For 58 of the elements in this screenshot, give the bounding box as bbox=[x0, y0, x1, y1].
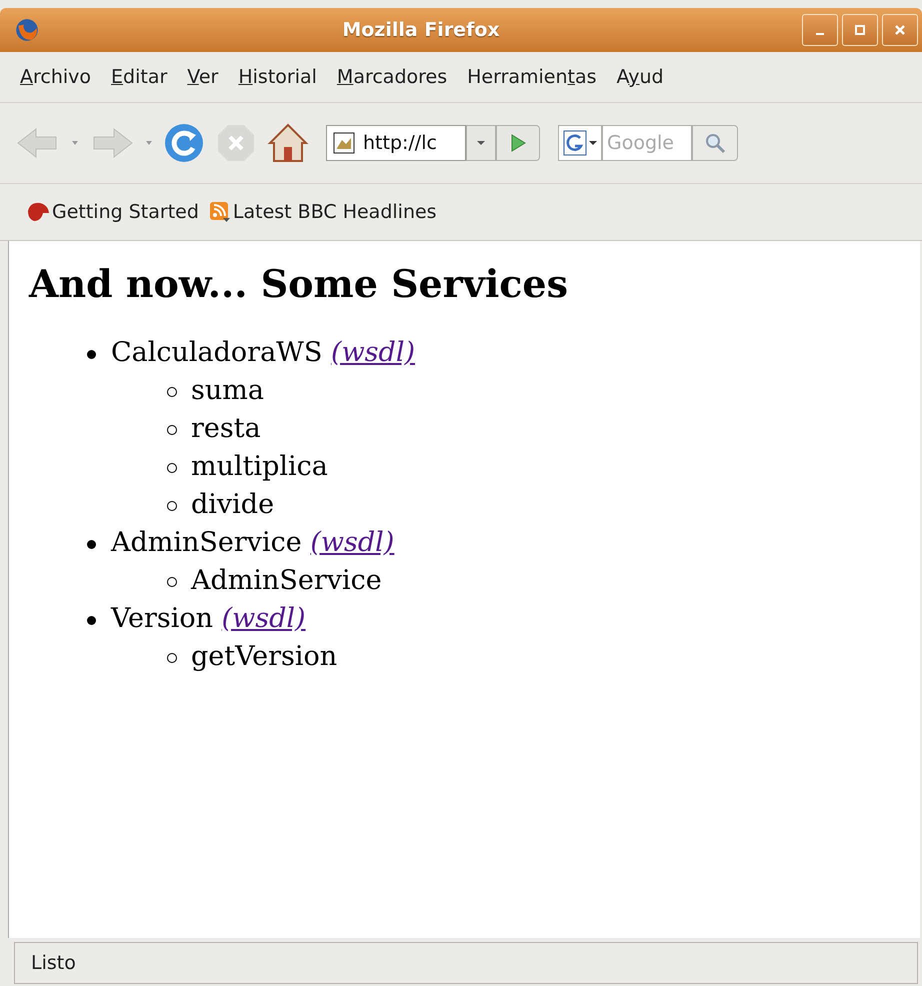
wsdl-link[interactable]: (wsdl) bbox=[310, 527, 394, 558]
circle-bullet-icon bbox=[167, 653, 177, 663]
firefox-logo-icon bbox=[14, 17, 40, 43]
bullet-icon bbox=[87, 540, 96, 549]
g-logo-icon bbox=[563, 130, 587, 156]
menu-item[interactable]: Ayud bbox=[608, 62, 672, 92]
menu-item[interactable]: Herramientas bbox=[459, 62, 605, 92]
maximize-button[interactable] bbox=[842, 14, 878, 46]
operation-name: multiplica bbox=[191, 451, 328, 482]
operation-name: suma bbox=[191, 375, 264, 406]
page-heading: And now... Some Services bbox=[29, 261, 569, 306]
search-field[interactable]: Google bbox=[602, 125, 692, 161]
search-engine-button[interactable] bbox=[558, 125, 602, 161]
circle-bullet-icon bbox=[167, 387, 177, 397]
dropdown-caret-icon[interactable] bbox=[144, 140, 154, 146]
url-text: http://lc bbox=[363, 132, 437, 154]
menu-item[interactable]: Marcadores bbox=[328, 62, 456, 92]
history-dropdown-button[interactable] bbox=[466, 125, 496, 161]
wsdl-link[interactable]: (wsdl) bbox=[222, 603, 306, 634]
service-name: Version bbox=[111, 603, 214, 634]
menu-item[interactable]: Editar bbox=[103, 62, 176, 92]
reload-icon[interactable] bbox=[162, 121, 206, 165]
caret-icon bbox=[476, 140, 486, 146]
circle-bullet-icon bbox=[167, 425, 177, 435]
wsdl-link[interactable]: (wsdl) bbox=[331, 337, 415, 368]
dropdown-caret-icon[interactable] bbox=[70, 140, 80, 146]
feed-icon bbox=[208, 201, 231, 223]
minimize-icon bbox=[816, 33, 824, 35]
caret-icon bbox=[589, 140, 597, 146]
service-name: AdminService bbox=[111, 527, 302, 558]
circle-bullet-icon bbox=[167, 577, 177, 587]
play-icon bbox=[510, 134, 526, 152]
bullet-icon bbox=[87, 616, 96, 625]
menu-item[interactable]: Historial bbox=[230, 62, 325, 92]
search-button[interactable] bbox=[692, 125, 738, 161]
site-icon bbox=[333, 132, 355, 154]
home-icon[interactable] bbox=[266, 121, 310, 165]
operation-name: divide bbox=[191, 489, 274, 520]
go-button[interactable] bbox=[496, 125, 540, 161]
close-button[interactable] bbox=[882, 14, 918, 46]
circle-bullet-icon bbox=[167, 463, 177, 473]
maximize-icon bbox=[854, 24, 866, 36]
operation-name: AdminService bbox=[191, 565, 382, 596]
operation-name: resta bbox=[191, 413, 261, 444]
operation-name: getVersion bbox=[191, 641, 338, 672]
bullet-icon bbox=[87, 350, 96, 359]
service-name: CalculadoraWS bbox=[111, 337, 322, 368]
circle-bullet-icon bbox=[167, 501, 177, 511]
bookmark-item[interactable]: Getting Started bbox=[26, 201, 199, 223]
window-title: Mozilla Firefox bbox=[341, 19, 501, 41]
close-icon bbox=[894, 24, 906, 36]
minimize-button[interactable] bbox=[802, 14, 838, 46]
bookmark-item[interactable]: Latest BBC Headlines bbox=[208, 201, 437, 223]
search-icon bbox=[704, 132, 726, 154]
menu-item[interactable]: Archivo bbox=[12, 62, 100, 92]
address-field[interactable]: http://lc bbox=[326, 125, 466, 161]
status-text: Listo bbox=[31, 952, 76, 974]
menu-item[interactable]: Ver bbox=[179, 62, 226, 92]
